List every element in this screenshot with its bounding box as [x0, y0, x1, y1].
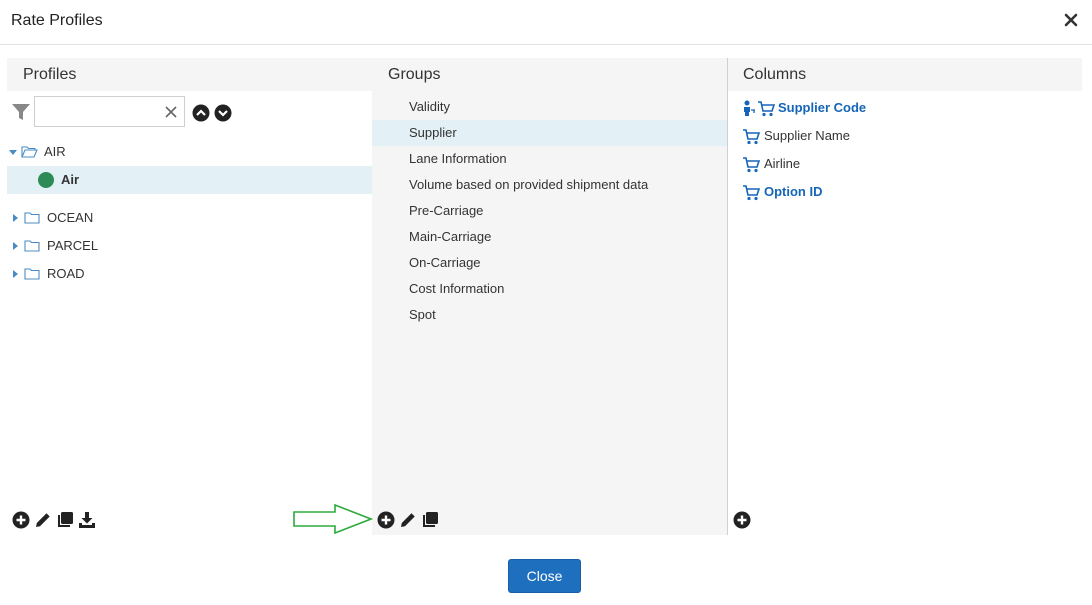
download-icon[interactable] [78, 511, 96, 529]
tree-folder-ocean[interactable]: OCEAN [7, 204, 372, 232]
column-item-supplier-name[interactable]: Supplier Name [728, 122, 1083, 150]
column-label: Option ID [764, 184, 823, 199]
close-button[interactable]: Close [508, 559, 581, 593]
profiles-panel: Profiles AIR Air OCEAN PARCEL ROAD [7, 58, 372, 535]
profiles-tree: AIR Air OCEAN PARCEL ROAD [7, 138, 372, 288]
tree-label: PARCEL [47, 238, 99, 253]
groups-panel: Groups Validity Supplier Lane Informatio… [372, 58, 727, 535]
edit-pencil-icon[interactable] [34, 511, 52, 529]
column-label: Supplier Name [764, 128, 850, 143]
cart-icon [758, 101, 775, 117]
columns-header: Columns [728, 58, 1082, 91]
tree-folder-road[interactable]: ROAD [7, 260, 372, 288]
caret-down-icon[interactable] [8, 147, 18, 157]
tree-label: OCEAN [47, 210, 94, 225]
column-item-supplier-code[interactable]: Supplier Code [728, 94, 1083, 122]
tree-folder-air[interactable]: AIR [7, 138, 372, 166]
tree-label: ROAD [47, 266, 85, 281]
profiles-search-box [34, 96, 185, 127]
groups-list: Validity Supplier Lane Information Volum… [372, 94, 727, 328]
column-item-airline[interactable]: Airline [728, 150, 1083, 178]
cart-icon [743, 129, 760, 145]
folder-open-icon [21, 146, 38, 158]
chevron-up-circle-icon[interactable] [192, 104, 210, 122]
group-item-on-carriage[interactable]: On-Carriage [372, 250, 727, 276]
caret-right-icon[interactable] [10, 269, 20, 279]
column-label: Airline [764, 156, 801, 171]
group-item-supplier[interactable]: Supplier [372, 120, 727, 146]
status-dot-icon [38, 172, 54, 188]
tree-folder-parcel[interactable]: PARCEL [7, 232, 372, 260]
chevron-down-circle-icon[interactable] [214, 104, 232, 122]
add-circle-icon[interactable] [733, 511, 751, 529]
arrow-right-icon [293, 504, 373, 534]
column-label: Supplier Code [778, 100, 867, 115]
dialog-body: Profiles AIR Air OCEAN PARCEL ROAD Group… [7, 58, 1082, 535]
cart-icon [743, 185, 760, 201]
profiles-search-input[interactable] [35, 97, 155, 126]
filter-icon[interactable] [11, 102, 31, 122]
caret-right-icon[interactable] [10, 241, 20, 251]
columns-list: Supplier Code Supplier Name Airline Opti… [728, 94, 1083, 206]
folder-icon [24, 212, 40, 224]
group-item-spot[interactable]: Spot [372, 302, 727, 328]
group-item-lane-information[interactable]: Lane Information [372, 146, 727, 172]
tree-item-air-profile[interactable]: Air [7, 166, 372, 194]
groups-header: Groups [372, 58, 727, 91]
group-item-volume[interactable]: Volume based on provided shipment data [372, 172, 727, 198]
person-key-icon [744, 100, 755, 116]
add-circle-icon[interactable] [377, 511, 395, 529]
caret-right-icon[interactable] [10, 213, 20, 223]
column-item-option-id[interactable]: Option ID [728, 178, 1083, 206]
folder-icon [24, 240, 40, 252]
clear-search-icon[interactable] [165, 106, 177, 118]
cart-icon [743, 157, 760, 173]
group-item-pre-carriage[interactable]: Pre-Carriage [372, 198, 727, 224]
dialog-title: Rate Profiles [11, 12, 103, 29]
tree-label: Air [61, 172, 80, 187]
dialog-titlebar: Rate Profiles [0, 0, 1092, 45]
tree-label: AIR [44, 144, 66, 159]
close-icon[interactable] [1064, 13, 1078, 27]
edit-pencil-icon[interactable] [399, 511, 417, 529]
copy-icon[interactable] [421, 511, 439, 529]
copy-icon[interactable] [56, 511, 74, 529]
folder-icon [24, 268, 40, 280]
group-item-main-carriage[interactable]: Main-Carriage [372, 224, 727, 250]
group-item-validity[interactable]: Validity [372, 94, 727, 120]
profiles-header: Profiles [7, 58, 372, 91]
add-circle-icon[interactable] [12, 511, 30, 529]
group-item-cost-information[interactable]: Cost Information [372, 276, 727, 302]
profiles-filter-row [7, 96, 372, 128]
rate-profiles-dialog: Rate Profiles Profiles AIR Air OCEAN PAR… [0, 0, 1092, 605]
columns-panel: Columns Supplier Code Supplier Name Airl… [727, 58, 1082, 535]
